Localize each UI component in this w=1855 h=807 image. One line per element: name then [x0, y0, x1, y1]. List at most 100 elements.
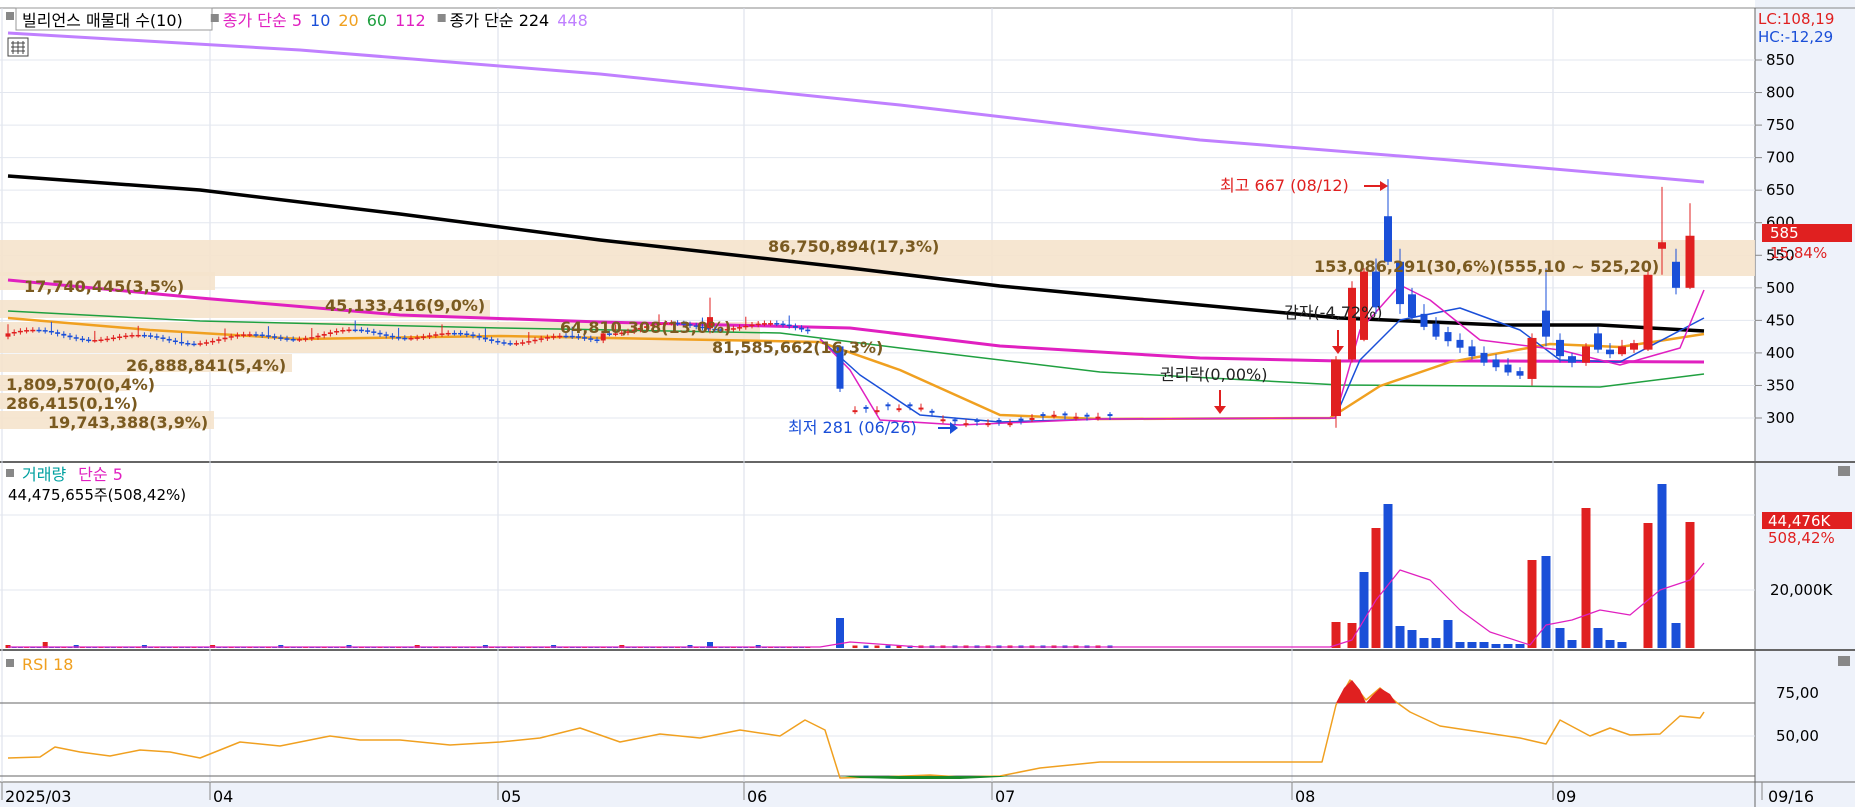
candle-body[interactable] [852, 410, 858, 413]
candle-body[interactable] [427, 335, 433, 337]
candle-body[interactable] [445, 332, 451, 335]
candle-body[interactable] [86, 339, 92, 342]
candle-body[interactable] [1040, 414, 1046, 417]
rsi-panel-close-icon[interactable] [1838, 656, 1850, 666]
candle-body[interactable] [92, 340, 98, 342]
candle-body[interactable] [768, 323, 774, 325]
volume-bar[interactable] [1527, 560, 1537, 648]
candle-body[interactable] [907, 404, 913, 407]
candle-body[interactable] [476, 335, 482, 338]
candle-body[interactable] [216, 339, 222, 341]
candle-body[interactable] [303, 338, 309, 340]
volume-legend-item[interactable]: 단순 5 [78, 465, 123, 484]
volume-bar[interactable] [1657, 484, 1667, 648]
candle-body[interactable] [464, 333, 470, 335]
volume-bar[interactable] [885, 645, 891, 649]
candle-body[interactable] [482, 337, 488, 340]
candle-body[interactable] [36, 329, 42, 332]
volume-bar[interactable] [874, 645, 880, 649]
candle-body[interactable] [340, 330, 346, 332]
candle-body[interactable] [588, 338, 594, 340]
candle-body[interactable] [1007, 423, 1013, 426]
candle-body[interactable] [222, 337, 228, 340]
candle-body[interactable] [940, 419, 946, 422]
volume-bar[interactable] [1443, 620, 1453, 648]
candle-body[interactable] [272, 336, 278, 338]
candle-body[interactable] [896, 408, 902, 411]
candle-body[interactable] [321, 334, 327, 336]
candle-body[interactable] [985, 423, 991, 426]
rsi-legend-item[interactable]: RSI 18 [22, 655, 73, 674]
legend-item[interactable]: 빌리언스 매물대 수(10) [22, 11, 183, 30]
candle-body[interactable] [929, 410, 935, 413]
candle-body[interactable] [61, 333, 67, 336]
candle-body[interactable] [191, 343, 197, 346]
candle-body[interactable] [1420, 313, 1428, 327]
volume-bar[interactable] [1407, 630, 1417, 648]
candle-body[interactable] [296, 339, 302, 341]
candle-body[interactable] [1331, 359, 1341, 417]
candle-body[interactable] [538, 338, 544, 340]
candle-body[interactable] [55, 332, 61, 334]
candle-body[interactable] [389, 335, 395, 338]
candle-body[interactable] [228, 336, 234, 338]
candle-body[interactable] [963, 423, 969, 426]
volume-bar[interactable] [1605, 640, 1615, 648]
candle-body[interactable] [284, 338, 290, 340]
candle-body[interactable] [743, 325, 749, 328]
volume-bar[interactable] [852, 645, 858, 649]
volume-bar[interactable] [1671, 623, 1681, 648]
volume-bar[interactable] [1593, 628, 1603, 648]
candle-body[interactable] [780, 323, 786, 326]
candle-body[interactable] [918, 407, 924, 410]
candle-body[interactable] [247, 334, 253, 336]
candle-body[interactable] [799, 327, 805, 330]
candle-body[interactable] [1095, 416, 1101, 419]
candle-body[interactable] [1456, 339, 1464, 348]
candle-body[interactable] [315, 335, 321, 338]
legend-item[interactable]: 20 [338, 11, 358, 30]
candle-body[interactable] [1073, 416, 1079, 419]
candle-body[interactable] [148, 335, 154, 337]
candle-body[interactable] [1582, 346, 1590, 363]
candle-body[interactable] [166, 338, 172, 341]
stock-chart[interactable]: 2025/03 04 05 06 07 08 09 09/16 850 800 750 700 650 6… [0, 0, 1855, 807]
candle-body[interactable] [123, 335, 129, 338]
candle-body[interactable] [582, 337, 588, 339]
candle-body[interactable] [1630, 343, 1638, 350]
candle-body[interactable] [532, 339, 538, 342]
candle-body[interactable] [278, 337, 284, 339]
candle-body[interactable] [1468, 346, 1476, 357]
candle-body[interactable] [433, 334, 439, 336]
candle-body[interactable] [544, 337, 550, 339]
candle-body[interactable] [501, 342, 507, 344]
candle-body[interactable] [346, 329, 352, 332]
candle-body[interactable] [259, 334, 265, 337]
candle-body[interactable] [334, 331, 340, 333]
candle-body[interactable] [1480, 352, 1488, 363]
volume-bar[interactable] [1359, 572, 1369, 648]
volume-bar[interactable] [1491, 644, 1501, 648]
candle-body[interactable] [265, 335, 271, 337]
candle-body[interactable] [1107, 414, 1113, 417]
candle-body[interactable] [1384, 216, 1392, 262]
candle-body[interactable] [358, 329, 364, 332]
candle-body[interactable] [495, 340, 501, 343]
candle-body[interactable] [104, 338, 110, 341]
candle-body[interactable] [160, 337, 166, 339]
volume-bar[interactable] [1479, 642, 1489, 648]
candle-body[interactable] [197, 343, 203, 345]
candle-body[interactable] [408, 337, 414, 340]
candle-body[interactable] [1062, 413, 1068, 416]
candle-body[interactable] [309, 337, 315, 339]
candle-body[interactable] [749, 324, 755, 327]
candle-body[interactable] [210, 340, 216, 343]
candle-body[interactable] [730, 328, 736, 330]
candle-body[interactable] [1516, 371, 1524, 376]
candle-body[interactable] [863, 406, 869, 409]
candle-body[interactable] [129, 335, 135, 337]
volume-bar[interactable] [1515, 644, 1525, 648]
volume-bar[interactable] [1467, 642, 1477, 648]
candle-body[interactable] [1527, 337, 1537, 379]
candle-body[interactable] [371, 331, 377, 333]
